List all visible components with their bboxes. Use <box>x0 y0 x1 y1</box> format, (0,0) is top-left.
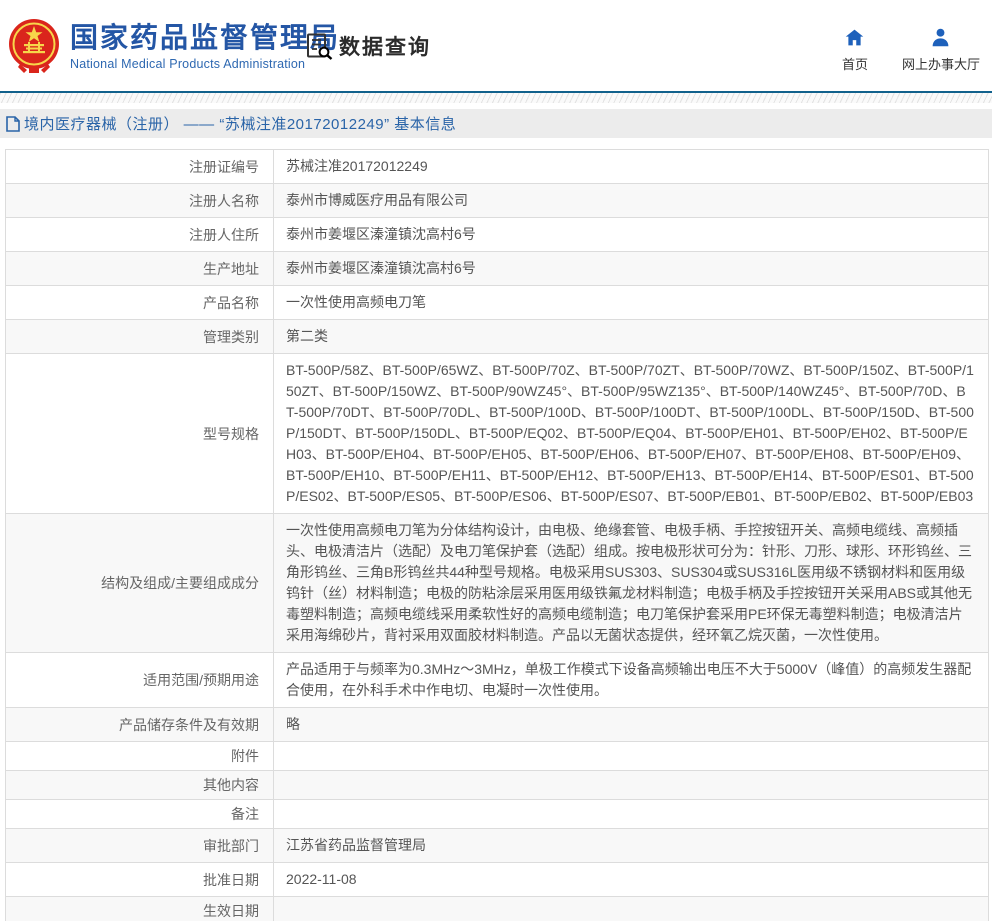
registration-table-body: 注册证编号苏械注准20172012249注册人名称泰州市博威医疗用品有限公司注册… <box>6 150 989 921</box>
table-row: 产品名称一次性使用高频电刀笔 <box>6 286 989 320</box>
data-query-nav[interactable]: 数据查询 <box>306 31 431 61</box>
row-value: 泰州市博威医疗用品有限公司 <box>274 184 989 218</box>
row-label: 注册人住所 <box>6 218 274 252</box>
table-row: 适用范围/预期用途产品适用于与频率为0.3MHz～3MHz，单极工作模式下设备高… <box>6 653 989 708</box>
org-names: 国家药品监督管理局 National Medical Products Admi… <box>70 22 340 71</box>
document-icon <box>6 116 20 132</box>
hatch-divider <box>0 93 992 103</box>
row-label: 生产地址 <box>6 252 274 286</box>
row-label: 注册证编号 <box>6 150 274 184</box>
table-row: 注册人名称泰州市博威医疗用品有限公司 <box>6 184 989 218</box>
row-value <box>274 800 989 829</box>
row-value: 产品适用于与频率为0.3MHz～3MHz，单极工作模式下设备高频输出电压不大于5… <box>274 653 989 708</box>
table-row: 生效日期 <box>6 897 989 921</box>
row-value: 2022-11-08 <box>274 863 989 897</box>
table-row: 批准日期2022-11-08 <box>6 863 989 897</box>
row-label: 产品名称 <box>6 286 274 320</box>
home-label: 首页 <box>842 54 868 73</box>
row-value: 江苏省药品监督管理局 <box>274 829 989 863</box>
row-label: 型号规格 <box>6 354 274 514</box>
row-value <box>274 771 989 800</box>
table-row: 注册人住所泰州市姜堰区溱潼镇沈高村6号 <box>6 218 989 252</box>
breadcrumb: 境内医疗器械（注册） —— “苏械注准20172012249” 基本信息 <box>0 109 992 138</box>
table-row: 审批部门江苏省药品监督管理局 <box>6 829 989 863</box>
service-hall-label: 网上办事大厅 <box>902 54 980 73</box>
table-row: 型号规格BT-500P/58Z、BT-500P/65WZ、BT-500P/70Z… <box>6 354 989 514</box>
home-link[interactable]: 首页 <box>842 27 868 73</box>
table-row: 其他内容 <box>6 771 989 800</box>
data-query-icon <box>306 33 333 60</box>
org-name-cn: 国家药品监督管理局 <box>70 22 340 54</box>
row-value: 泰州市姜堰区溱潼镇沈高村6号 <box>274 218 989 252</box>
row-label: 批准日期 <box>6 863 274 897</box>
row-value <box>274 897 989 921</box>
row-value: 第二类 <box>274 320 989 354</box>
table-row: 生产地址泰州市姜堰区溱潼镇沈高村6号 <box>6 252 989 286</box>
row-label: 管理类别 <box>6 320 274 354</box>
row-label: 适用范围/预期用途 <box>6 653 274 708</box>
row-label: 其他内容 <box>6 771 274 800</box>
row-value: 苏械注准20172012249 <box>274 150 989 184</box>
data-query-label: 数据查询 <box>339 31 431 61</box>
row-value <box>274 742 989 771</box>
row-label: 审批部门 <box>6 829 274 863</box>
row-value: 泰州市姜堰区溱潼镇沈高村6号 <box>274 252 989 286</box>
row-label: 结构及组成/主要组成成分 <box>6 514 274 653</box>
table-row: 附件 <box>6 742 989 771</box>
row-label: 备注 <box>6 800 274 829</box>
org-name-en: National Medical Products Administration <box>70 57 340 71</box>
site-header: 国家药品监督管理局 National Medical Products Admi… <box>0 0 992 93</box>
row-label: 附件 <box>6 742 274 771</box>
table-row: 备注 <box>6 800 989 829</box>
registration-info-table: 注册证编号苏械注准20172012249注册人名称泰州市博威医疗用品有限公司注册… <box>5 149 989 921</box>
table-row: 注册证编号苏械注准20172012249 <box>6 150 989 184</box>
service-hall-link[interactable]: 网上办事大厅 <box>902 27 980 73</box>
breadcrumb-text: 境内医疗器械（注册） —— “苏械注准20172012249” 基本信息 <box>24 113 456 134</box>
row-value: 一次性使用高频电刀笔 <box>274 286 989 320</box>
national-emblem-icon <box>8 18 60 74</box>
table-row: 管理类别第二类 <box>6 320 989 354</box>
table-row: 产品储存条件及有效期略 <box>6 708 989 742</box>
row-label: 注册人名称 <box>6 184 274 218</box>
home-icon <box>844 27 865 48</box>
row-value: BT-500P/58Z、BT-500P/65WZ、BT-500P/70Z、BT-… <box>274 354 989 514</box>
row-value: 略 <box>274 708 989 742</box>
table-row: 结构及组成/主要组成成分一次性使用高频电刀笔为分体结构设计，由电极、绝缘套管、电… <box>6 514 989 653</box>
nmpa-logo[interactable]: 国家药品监督管理局 National Medical Products Admi… <box>8 18 340 74</box>
user-icon <box>930 27 951 48</box>
row-value: 一次性使用高频电刀笔为分体结构设计，由电极、绝缘套管、电极手柄、手控按钮开关、高… <box>274 514 989 653</box>
header-quick-links: 首页 网上办事大厅 <box>842 27 980 73</box>
row-label: 产品储存条件及有效期 <box>6 708 274 742</box>
row-label: 生效日期 <box>6 897 274 921</box>
